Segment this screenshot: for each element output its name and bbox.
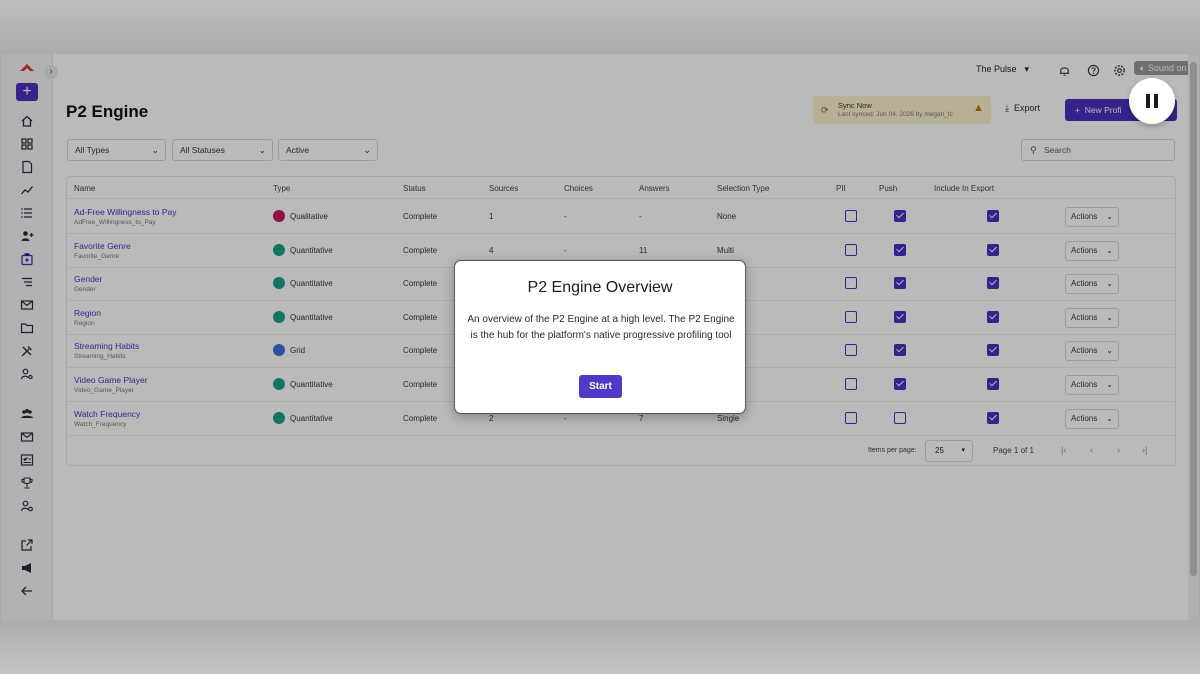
modal-body: An overview of the P2 Engine at a high l… xyxy=(467,314,735,341)
overview-modal: P2 Engine Overview An overview of the P2… xyxy=(454,260,746,414)
start-button[interactable]: Start xyxy=(579,375,622,398)
pause-icon xyxy=(1146,94,1150,108)
pause-button[interactable] xyxy=(1129,78,1175,124)
modal-title: P2 Engine Overview xyxy=(527,279,673,296)
video-player-top-band xyxy=(0,0,1200,54)
pause-icon xyxy=(1154,94,1158,108)
video-player-bottom-band xyxy=(0,620,1200,674)
